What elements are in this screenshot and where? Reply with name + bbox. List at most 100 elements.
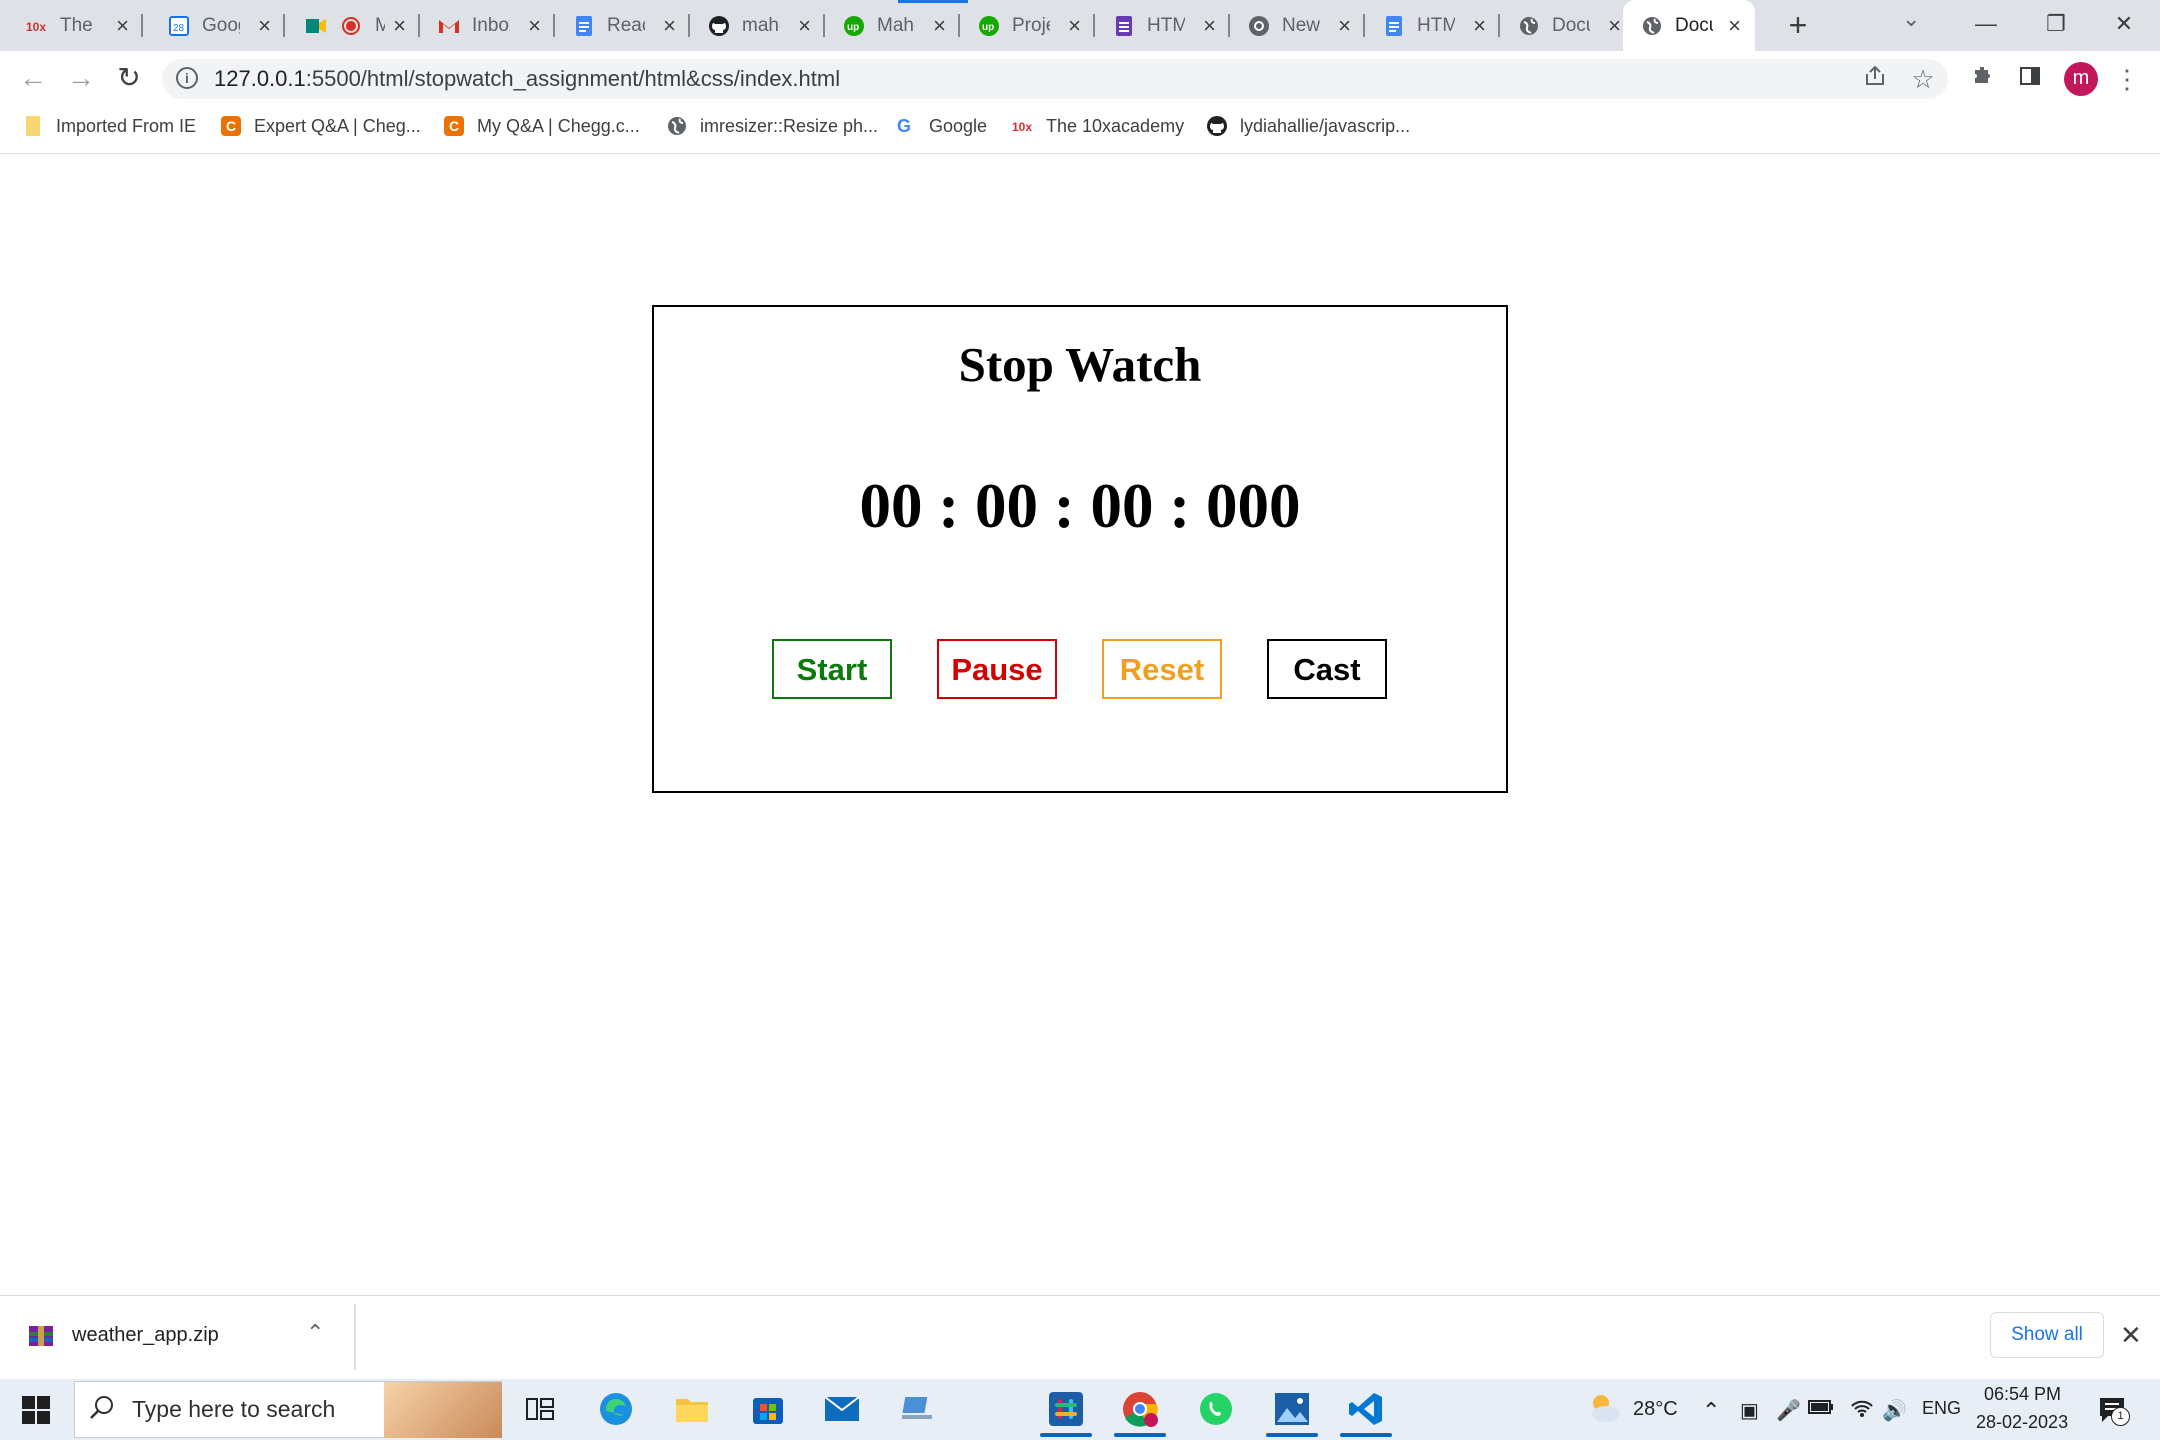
tab-10[interactable]: New Tab × (1230, 0, 1365, 51)
bookmark-star-icon[interactable]: ☆ (1906, 62, 1940, 96)
tab-7[interactable]: up Mahesh × (825, 0, 960, 51)
bookmark-item[interactable]: imresizer::Resize ph... (666, 113, 878, 139)
pause-button[interactable]: Pause (937, 639, 1057, 699)
download-filename[interactable]: weather_app.zip (72, 1324, 219, 1347)
bookmark-item[interactable]: C Expert Q&A | Cheg... (220, 113, 421, 139)
upwork-icon: up (978, 15, 1000, 37)
close-tab-icon[interactable]: × (1728, 13, 1741, 39)
windows-start-icon[interactable] (22, 1396, 50, 1429)
close-shelf-icon[interactable]: ✕ (2120, 1320, 2142, 1351)
cast-button[interactable]: Cast (1267, 639, 1387, 699)
bookmark-label: Imported From IE (56, 115, 197, 136)
10x-icon: 10x (26, 15, 48, 37)
volume-icon[interactable]: 🔊 (1882, 1398, 1907, 1423)
clock-time[interactable]: 06:54 PM (1984, 1384, 2061, 1405)
profile-avatar[interactable]: m (2064, 62, 2098, 96)
bookmark-item[interactable]: Imported From IE (22, 113, 196, 139)
tab-1[interactable]: 10x The 10x × (8, 0, 143, 51)
file-explorer-icon[interactable] (672, 1389, 712, 1429)
slack-icon[interactable] (1046, 1389, 1086, 1429)
close-tab-icon[interactable]: × (663, 13, 676, 39)
forward-icon[interactable]: → (64, 62, 98, 96)
reset-button[interactable]: Reset (1102, 639, 1222, 699)
vscode-icon[interactable] (1346, 1389, 1386, 1429)
close-tab-icon[interactable]: × (933, 13, 946, 39)
tab-12[interactable]: Document × (1500, 0, 1635, 51)
microphone-icon[interactable]: 🎤 (1776, 1398, 1801, 1423)
svg-text:10x: 10x (1012, 120, 1032, 132)
reload-icon[interactable]: ↻ (112, 62, 146, 96)
bookmark-item[interactable]: C My Q&A | Chegg.c... (443, 113, 640, 139)
start-button[interactable]: Start (772, 639, 892, 699)
close-tab-icon[interactable]: × (1473, 13, 1486, 39)
tab-title: The 10x (60, 14, 98, 36)
tab-5[interactable]: React × (555, 0, 690, 51)
close-tab-icon[interactable]: × (1608, 13, 1621, 39)
tab-13[interactable]: Document × (1623, 0, 1755, 51)
bookmark-label: imresizer::Resize ph... (700, 115, 879, 136)
language-indicator[interactable]: ENG (1922, 1398, 1961, 1419)
tab-4[interactable]: Inbox × (420, 0, 555, 51)
svg-text:28: 28 (173, 23, 185, 34)
close-tab-icon[interactable]: × (1203, 13, 1216, 39)
bookmark-item[interactable]: lydiahallie/javascrip... (1206, 113, 1410, 139)
close-tab-icon[interactable]: × (1068, 13, 1081, 39)
close-tab-icon[interactable]: × (258, 13, 271, 39)
calendar-icon: 28 (168, 15, 190, 37)
meet-now-icon[interactable]: ▣ (1740, 1398, 1759, 1423)
back-icon[interactable]: ← (16, 62, 50, 96)
side-panel-icon[interactable] (2013, 62, 2047, 96)
battery-icon[interactable] (1808, 1398, 1834, 1422)
search-icon (88, 1394, 116, 1427)
extensions-icon[interactable] (1966, 62, 2000, 96)
chevron-up-icon[interactable]: ⌃ (306, 1320, 324, 1346)
clock-date[interactable]: 28-02-2023 (1976, 1412, 2068, 1433)
globe-icon (666, 115, 688, 137)
weather-icon[interactable] (1586, 1390, 1624, 1431)
bookmark-item[interactable]: 10x The 10xacademy (1012, 113, 1184, 139)
laptop-app-icon[interactable] (898, 1389, 938, 1429)
chegg-icon: C (443, 115, 465, 137)
tab-title: Project (1012, 14, 1050, 36)
chrome-icon[interactable] (1120, 1389, 1160, 1429)
tab-divider (141, 14, 143, 37)
wifi-icon[interactable] (1850, 1398, 1874, 1424)
edge-icon[interactable] (596, 1389, 636, 1429)
bookmark-item[interactable]: G Google (895, 113, 987, 139)
tab-8[interactable]: up Project × (960, 0, 1095, 51)
search-highlight-image (384, 1382, 502, 1438)
close-tab-icon[interactable]: × (528, 13, 541, 39)
tab-9[interactable]: HTML × (1095, 0, 1230, 51)
show-all-button[interactable]: Show all (1990, 1312, 2104, 1358)
restore-icon[interactable]: ❐ (2026, 4, 2086, 44)
photos-icon[interactable] (1272, 1389, 1312, 1429)
divider (354, 1304, 356, 1370)
tab-11[interactable]: HTML × (1365, 0, 1500, 51)
bookmark-label: Expert Q&A | Cheg... (254, 115, 421, 136)
tab-6[interactable]: mahesh × (690, 0, 825, 51)
google-icon: G (895, 115, 917, 137)
menu-kebab-icon[interactable]: ⋮ (2110, 62, 2144, 96)
mail-icon[interactable] (822, 1389, 862, 1429)
tab-2[interactable]: 28 Google Calendar × (150, 0, 285, 51)
new-tab-button[interactable]: + (1780, 8, 1816, 44)
tab-title: HTML (1417, 14, 1455, 36)
close-tab-icon[interactable]: × (393, 13, 406, 39)
tab-search-chevron-icon[interactable]: ⌄ (1902, 6, 1920, 32)
github-icon (708, 15, 730, 37)
weather-temperature[interactable]: 28°C (1633, 1398, 1678, 1421)
site-info-icon[interactable]: i (176, 67, 198, 89)
task-view-icon[interactable] (520, 1389, 560, 1429)
whatsapp-icon[interactable] (1196, 1389, 1236, 1429)
url-text[interactable]: 127.0.0.1:5500/html/stopwatch_assignment… (214, 66, 840, 92)
close-tab-icon[interactable]: × (116, 13, 129, 39)
tab-3[interactable]: Meet × (285, 0, 420, 51)
close-tab-icon[interactable]: × (1338, 13, 1351, 39)
close-window-icon[interactable]: ✕ (2094, 4, 2154, 44)
chevron-up-icon[interactable]: ⌃ (1702, 1398, 1720, 1424)
share-icon[interactable] (1858, 62, 1892, 96)
minimize-icon[interactable]: — (1956, 4, 2016, 44)
microsoft-store-icon[interactable] (748, 1389, 788, 1429)
globe-icon (1641, 15, 1663, 37)
close-tab-icon[interactable]: × (798, 13, 811, 39)
